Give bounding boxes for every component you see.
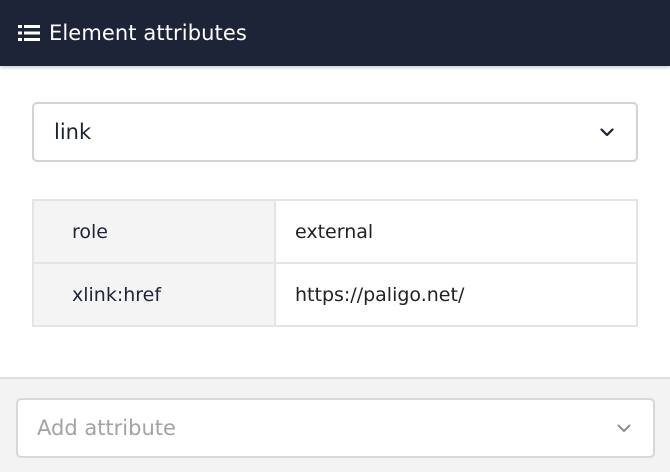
attributes-table: role external xlink:href https://paligo.… [32,199,638,327]
chevron-down-icon [617,424,631,433]
chevron-down-icon [600,127,614,137]
element-select[interactable]: link [32,102,638,162]
attribute-name: role [32,199,276,264]
add-attribute-select[interactable]: Add attribute [16,398,655,458]
attribute-value[interactable]: external [274,199,638,264]
panel-title: Element attributes [49,21,247,45]
panel-header: Element attributes [0,0,670,66]
attribute-name: xlink:href [32,262,276,327]
panel-footer: Add attribute [0,377,670,472]
list-icon [18,24,40,42]
add-attribute-placeholder: Add attribute [37,416,176,440]
attribute-value[interactable]: https://paligo.net/ [274,262,638,327]
table-row: role external [32,199,638,264]
table-row: xlink:href https://paligo.net/ [32,262,638,327]
element-select-value: link [54,120,92,144]
